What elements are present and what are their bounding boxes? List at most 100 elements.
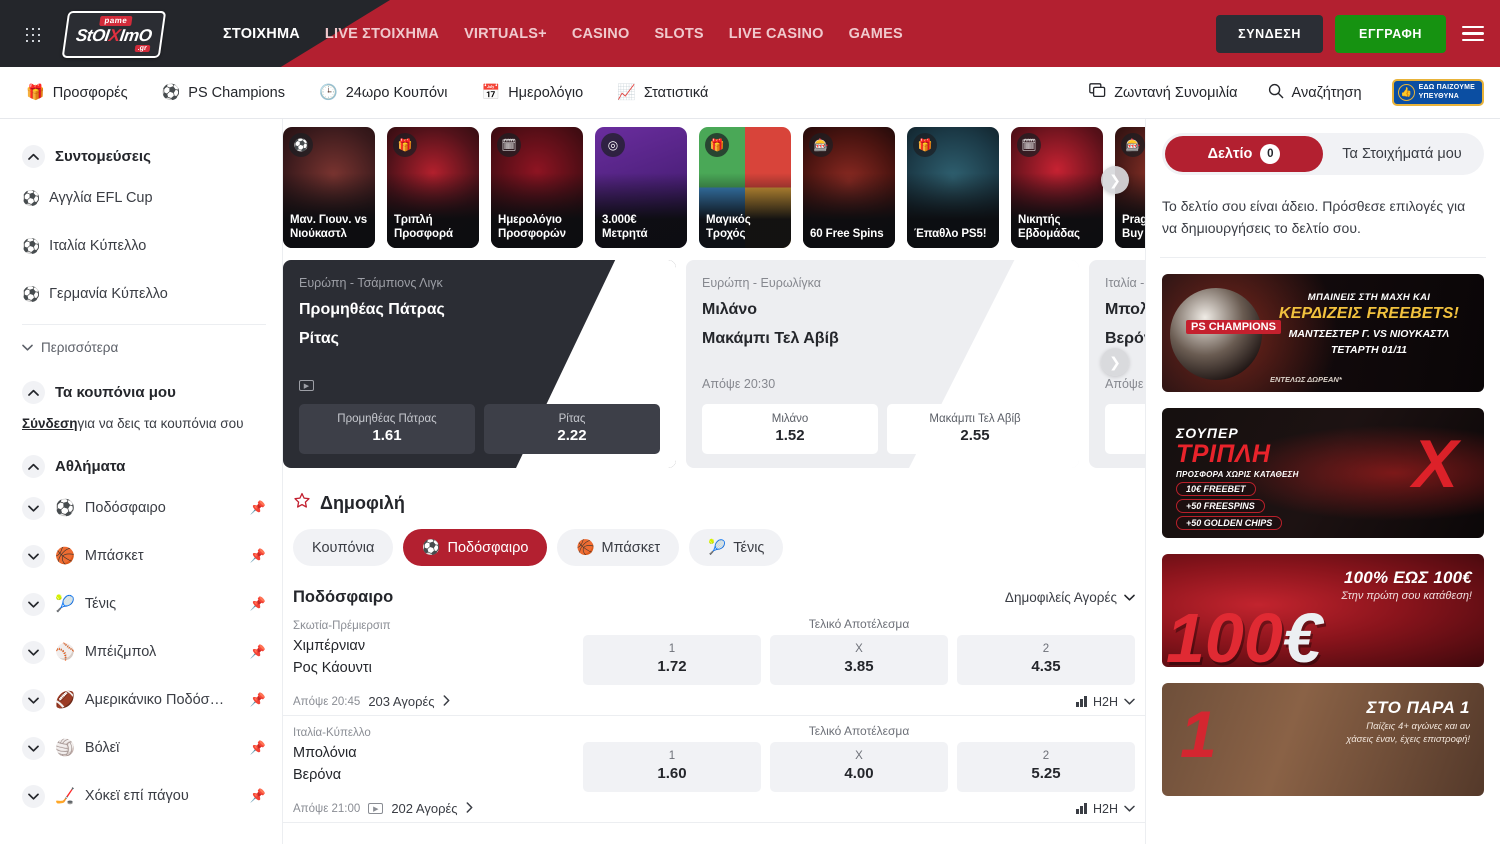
banner-line1: 100% ΕΩΣ 100€ — [1344, 568, 1472, 588]
featured-odd-away[interactable]: Ρίτας 2.22 — [484, 404, 660, 454]
promo-tile-60-free-spins[interactable]: 🎰 60 Free Spins — [803, 127, 895, 248]
chevron-down-icon[interactable] — [22, 593, 45, 616]
shortcuts-section-header[interactable]: Συντομεύσεις — [22, 145, 266, 168]
coupons-login-link[interactable]: Σύνδεση — [22, 416, 78, 431]
hamburger-menu-icon[interactable] — [1458, 22, 1484, 46]
market-header: Τελικό Αποτέλεσμα — [583, 724, 1135, 739]
pill-coupons[interactable]: Κουπόνια — [293, 529, 393, 566]
popular-markets-dropdown[interactable]: Δημοφιλείς Αγορές — [1005, 590, 1135, 605]
sports-section-header[interactable]: Αθλήματα — [22, 455, 266, 478]
sidebar-sport-tennis[interactable]: 🎾 Τένις 📌 — [22, 580, 266, 628]
promo-tile-tripli-prosfora[interactable]: 🎁 Τριπλή Προσφορά — [387, 127, 479, 248]
chevron-right-icon[interactable] — [443, 695, 450, 709]
chevron-down-icon[interactable] — [22, 641, 45, 664]
h2h-button[interactable]: H2H — [1076, 695, 1135, 709]
match-markets-count[interactable]: 202 Αγορές — [391, 801, 457, 816]
match-odds: 1 1.72 X 3.85 2 4.35 — [583, 635, 1135, 685]
odd-button-1[interactable]: 1 1.72 — [583, 635, 761, 685]
nav-stoixima[interactable]: ΣΤΟΙΧΗΜΑ — [223, 26, 300, 42]
right-panel: Δελτίο 0 Τα Στοιχήματά μου Το δελτίο σου… — [1145, 119, 1500, 844]
banner-welcome-bonus[interactable]: 100€ 100% ΕΩΣ 100€ Στην πρώτη σου κατάθε… — [1162, 554, 1484, 667]
odd-button-2[interactable]: 2 5.25 — [957, 742, 1135, 792]
h2h-button[interactable]: H2H — [1076, 802, 1135, 816]
promo-tile-magic-wheel[interactable]: 🎁 Μαγικός Τροχός — [699, 127, 791, 248]
tab-betslip[interactable]: Δελτίο 0 — [1165, 136, 1323, 172]
promo-tile-ps-champions[interactable]: ⚽ Μαν. Γιουν. vs Νιούκαστλ — [283, 127, 375, 248]
site-logo[interactable]: pame StOIXImO .gr — [57, 10, 172, 58]
pin-icon[interactable]: 📌 — [250, 548, 266, 564]
chevron-down-icon[interactable] — [22, 737, 45, 760]
nav-virtuals[interactable]: VIRTUALS+ — [464, 26, 547, 42]
nav-games[interactable]: GAMES — [849, 26, 903, 42]
subnav-item-offers[interactable]: 🎁 Προσφορές — [26, 85, 128, 101]
sidebar-shortcut-efl-cup[interactable]: ⚽ Αγγλία EFL Cup — [22, 174, 266, 222]
match-markets-count[interactable]: 203 Αγορές — [368, 694, 434, 709]
match-row[interactable]: Σκωτία-Πρέμιερσιπ Χιμπέρνιαν Ρος Κάουντι… — [283, 609, 1145, 716]
odd-button-1[interactable]: 1 1.60 — [583, 742, 761, 792]
promo-tile-calendar-offers[interactable]: 🗓 Ημερολόγιο Προσφορών — [491, 127, 583, 248]
banner-super-tripli[interactable]: X ΣΟΥΠΕΡ ΤΡΙΠΛΗ ΠΡΟΣΦΟΡΑ ΧΩΡΙΣ ΚΑΤΑΘΕΣΗ … — [1162, 408, 1484, 538]
shortcuts-more-button[interactable]: Περισσότερα — [22, 325, 266, 369]
banner-sto-para-1[interactable]: 1 ΣΤΟ ΠΑΡΑ 1 Παίζεις 4+ αγώνες και αν χά… — [1162, 683, 1484, 796]
sidebar-sport-baseball[interactable]: ⚾ Μπέιζμπολ 📌 — [22, 628, 266, 676]
my-coupons-section-header[interactable]: Τα κουπόνια μου — [22, 381, 266, 404]
chevron-down-icon[interactable] — [22, 497, 45, 520]
nav-casino[interactable]: CASINO — [572, 26, 630, 42]
promo-tile-3000-cash[interactable]: ◎ 3.000€ Μετρητά — [595, 127, 687, 248]
popular-section-header: Δημοφιλή — [293, 492, 1145, 515]
pin-icon[interactable]: 📌 — [250, 500, 266, 516]
featured-odd-away[interactable]: Μακάμπι Τελ Αβίβ 2.55 — [887, 404, 1063, 454]
pill-football[interactable]: ⚽ Ποδόσφαιρο — [403, 529, 547, 566]
sidebar-shortcut-italy-cup[interactable]: ⚽ Ιταλία Κύπελλο — [22, 222, 266, 270]
banner-chip-3: +50 GOLDEN CHIPS — [1176, 516, 1282, 530]
coupons-login-note: Σύνδεσηγια να δεις τα κουπόνια σου — [22, 410, 266, 443]
featured-match-card-euroleague[interactable]: Ευρώπη - Ευρωλίγκα Μιλάνο Μακάμπι Τελ Αβ… — [686, 260, 1079, 468]
promo-tile-ps5-prize[interactable]: 🎁 Έπαθλο PS5! — [907, 127, 999, 248]
featured-odd-home[interactable]: Μιλάνο 1.52 — [702, 404, 878, 454]
nav-live-stoixima[interactable]: LIVE ΣΤΟΙΧΗΜΑ — [325, 26, 439, 42]
chevron-down-icon[interactable] — [22, 545, 45, 568]
pin-icon[interactable]: 📌 — [250, 692, 266, 708]
match-row[interactable] — [283, 823, 1145, 837]
promo-carousel-next-button[interactable]: ❯ — [1101, 166, 1129, 194]
responsible-gaming-badge[interactable]: 👍 ΕΔΩ ΠΑΙΖΟΥΜΕ ΥΠΕΥΘΥΝΑ — [1392, 79, 1484, 106]
register-button[interactable]: ΕΓΓΡΑΦΗ — [1335, 15, 1446, 53]
chevron-down-icon[interactable] — [22, 785, 45, 808]
search-button[interactable]: Αναζήτηση — [1268, 83, 1362, 103]
sidebar-sport-american-football[interactable]: 🏈 Αμερικάνικο Ποδόσ… 📌 — [22, 676, 266, 724]
login-button[interactable]: ΣΥΝΔΕΣΗ — [1216, 15, 1323, 53]
match-row[interactable]: Ιταλία-Κύπελλο Μπολόνια Βερόνα Τελικό Απ… — [283, 716, 1145, 823]
pill-tennis[interactable]: 🎾 Τένις — [689, 529, 783, 566]
promo-tile-weekly-winner[interactable]: 🗓 Νικητής Εβδομάδας — [1011, 127, 1103, 248]
apps-grid-icon[interactable] — [12, 25, 52, 43]
pill-basketball[interactable]: 🏀 Μπάσκετ — [557, 529, 679, 566]
pin-icon[interactable]: 📌 — [250, 644, 266, 660]
sidebar-sport-basketball[interactable]: 🏀 Μπάσκετ 📌 — [22, 532, 266, 580]
subnav-item-ps-champions[interactable]: ⚽ PS Champions — [162, 85, 285, 101]
pin-icon[interactable]: 📌 — [250, 788, 266, 804]
subnav-item-24h-coupon[interactable]: 🕒 24ωρο Κουπόνι — [319, 85, 448, 101]
subnav-item-statistics[interactable]: 📈 Στατιστικά — [617, 85, 708, 101]
pin-icon[interactable]: 📌 — [250, 596, 266, 612]
sidebar-sport-ice-hockey[interactable]: 🏒 Χόκεϊ επί πάγου 📌 — [22, 772, 266, 820]
pin-icon[interactable]: 📌 — [250, 740, 266, 756]
featured-away-team: Μακάμπι Τελ Αβίβ — [702, 330, 1063, 348]
odd-button-x[interactable]: X 4.00 — [770, 742, 948, 792]
featured-odd-home[interactable]: Προμηθέας Πάτρας 1.61 — [299, 404, 475, 454]
tab-my-bets[interactable]: Τα Στοιχήματά μου — [1323, 136, 1481, 172]
odd-button-x[interactable]: X 3.85 — [770, 635, 948, 685]
odd-button-2[interactable]: 2 4.35 — [957, 635, 1135, 685]
sidebar-sport-football[interactable]: ⚽ Ποδόσφαιρο 📌 — [22, 484, 266, 532]
nav-slots[interactable]: SLOTS — [654, 26, 703, 42]
featured-odd-home[interactable]: 1 1.6 — [1105, 404, 1145, 454]
featured-carousel-next-button[interactable]: ❯ — [1101, 348, 1129, 376]
nav-live-casino[interactable]: LIVE CASINO — [729, 26, 824, 42]
subnav-item-calendar[interactable]: 📅 Ημερολόγιο — [482, 85, 584, 101]
live-chat-button[interactable]: Ζωντανή Συνομιλία — [1089, 83, 1237, 102]
chevron-right-icon[interactable] — [466, 802, 473, 816]
featured-match-card-live[interactable]: Ευρώπη - Τσάμπιονς Λιγκ Προμηθέας Πάτρας… — [283, 260, 676, 468]
banner-ps-champions-freebets[interactable]: PS CHAMPIONS ΜΠΑΙΝΕΙΣ ΣΤΗ ΜΑΧΗ ΚΑΙ ΚΕΡΔΙ… — [1162, 274, 1484, 392]
sidebar-shortcut-germany-cup[interactable]: ⚽ Γερμανία Κύπελλο — [22, 270, 266, 318]
sidebar-sport-volleyball[interactable]: 🏐 Βόλεϊ 📌 — [22, 724, 266, 772]
chevron-down-icon[interactable] — [22, 689, 45, 712]
